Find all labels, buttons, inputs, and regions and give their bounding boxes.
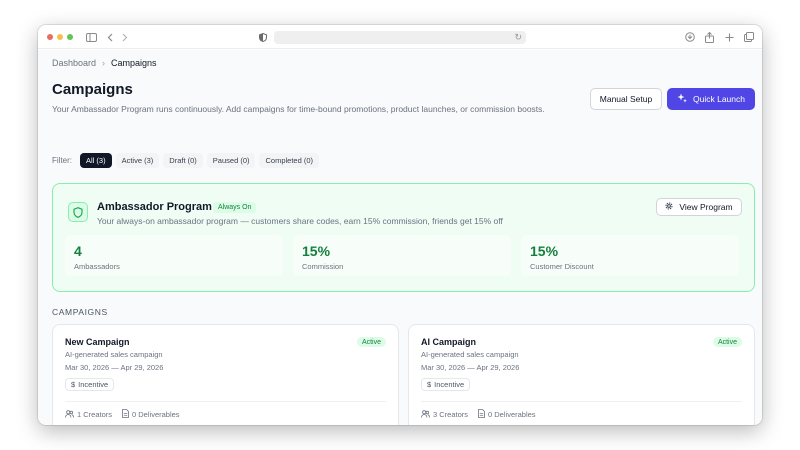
filter-chip-active[interactable]: Active (3) (115, 153, 160, 168)
card-divider (65, 401, 386, 402)
page-content: Dashboard › Campaigns Campaigns Your Amb… (38, 50, 762, 425)
card-divider (421, 401, 742, 402)
document-icon (122, 409, 129, 420)
manual-setup-label: Manual Setup (599, 94, 653, 104)
gear-icon (665, 202, 673, 212)
browser-window: ↻ Dashboard › Campaigns Campaigns Your A… (38, 25, 762, 425)
filter-chip-all[interactable]: All (3) (80, 153, 112, 168)
stat-commission-value: 15% (302, 243, 331, 259)
stat-ambassadors-value: 4 (74, 243, 82, 259)
view-program-label: View Program (679, 202, 733, 212)
dollar-icon: $ (427, 380, 432, 389)
share-icon[interactable] (703, 30, 715, 44)
page-title: Campaigns (52, 81, 133, 98)
manual-setup-button[interactable]: Manual Setup (590, 88, 662, 110)
sidebar-toggle-icon[interactable] (84, 30, 98, 44)
creators-count-label: 1 Creators (77, 410, 113, 419)
deliverables-count: 0 Deliverables (478, 409, 536, 420)
breadcrumb-current: Campaigns (111, 58, 157, 68)
download-icon[interactable] (684, 30, 696, 44)
campaign-meta: 1 Creators 0 Deliverables (65, 409, 180, 420)
address-bar[interactable]: ↻ (274, 31, 526, 44)
stat-ambassadors-label: Ambassadors (74, 262, 120, 271)
campaign-type-tag: $ Incentive (65, 378, 115, 391)
page-subtitle: Your Ambassador Program runs continuousl… (52, 104, 545, 114)
users-icon (421, 409, 430, 420)
filter-bar: Filter: All (3) Active (3) Draft (0) Pau… (52, 153, 320, 168)
campaign-name: AI Campaign (421, 337, 477, 347)
always-on-badge: Always On (213, 202, 257, 213)
campaign-card[interactable]: New Campaign Active AI-generated sales c… (52, 324, 399, 425)
deliverables-count-label: 0 Deliverables (132, 410, 180, 419)
stat-commission-label: Commission (302, 262, 344, 271)
status-badge: Active (712, 337, 742, 347)
campaign-type-tag: $ Incentive (421, 378, 471, 391)
back-icon[interactable] (105, 30, 115, 44)
sparkles-icon (677, 93, 687, 106)
shield-icon (68, 202, 88, 222)
stat-customer-discount: 15% Customer Discount (521, 235, 739, 276)
filter-chip-paused[interactable]: Paused (0) (206, 153, 256, 168)
tabs-overview-icon[interactable] (743, 30, 755, 44)
quick-launch-label: Quick Launch (693, 94, 745, 104)
campaign-card[interactable]: AI Campaign Active AI-generated sales ca… (408, 324, 755, 425)
browser-titlebar: ↻ (38, 25, 762, 49)
creators-count: 1 Creators (65, 409, 113, 420)
minimize-window-button[interactable] (57, 34, 63, 40)
breadcrumb-dashboard-link[interactable]: Dashboard (52, 58, 96, 68)
status-badge: Active (356, 337, 386, 347)
stat-customer-discount-value: 15% (530, 243, 559, 259)
filter-chip-draft[interactable]: Draft (0) (163, 153, 203, 168)
campaign-type-label: Incentive (434, 380, 465, 389)
filter-label: Filter: (52, 156, 72, 165)
stat-customer-discount-label: Customer Discount (530, 262, 594, 271)
new-tab-icon[interactable] (723, 30, 735, 44)
deliverables-count-label: 0 Deliverables (488, 410, 536, 419)
document-icon (478, 409, 485, 420)
ambassador-program-card: Ambassador Program Always On Your always… (52, 183, 755, 292)
campaign-description: AI-generated sales campaign (421, 350, 519, 359)
campaign-name: New Campaign (65, 337, 130, 347)
dollar-icon: $ (71, 380, 76, 389)
deliverables-count: 0 Deliverables (122, 409, 180, 420)
campaigns-section-label: CAMPAIGNS (52, 307, 108, 317)
campaign-dates: Mar 30, 2026 — Apr 29, 2026 (65, 363, 164, 372)
zoom-window-button[interactable] (67, 34, 73, 40)
breadcrumb: Dashboard › Campaigns (52, 58, 157, 68)
chevron-right-icon: › (102, 58, 106, 68)
quick-launch-button[interactable]: Quick Launch (667, 88, 755, 110)
campaign-dates: Mar 30, 2026 — Apr 29, 2026 (421, 363, 520, 372)
creators-count: 3 Creators (421, 409, 469, 420)
reload-icon[interactable]: ↻ (514, 32, 522, 43)
ambassador-program-description: Your always-on ambassador program — cust… (97, 216, 503, 226)
campaign-type-label: Incentive (78, 380, 109, 389)
filter-chip-completed[interactable]: Completed (0) (259, 153, 320, 168)
ambassador-program-title: Ambassador Program (97, 201, 212, 213)
stat-commission: 15% Commission (293, 235, 511, 276)
users-icon (65, 409, 74, 420)
forward-icon[interactable] (120, 30, 130, 44)
stat-ambassadors: 4 Ambassadors (65, 235, 283, 276)
creators-count-label: 3 Creators (433, 410, 469, 419)
privacy-shield-icon (257, 30, 269, 44)
view-program-button[interactable]: View Program (656, 198, 742, 216)
close-window-button[interactable] (47, 34, 53, 40)
campaign-description: AI-generated sales campaign (65, 350, 163, 359)
campaign-meta: 3 Creators 0 Deliverables (421, 409, 536, 420)
